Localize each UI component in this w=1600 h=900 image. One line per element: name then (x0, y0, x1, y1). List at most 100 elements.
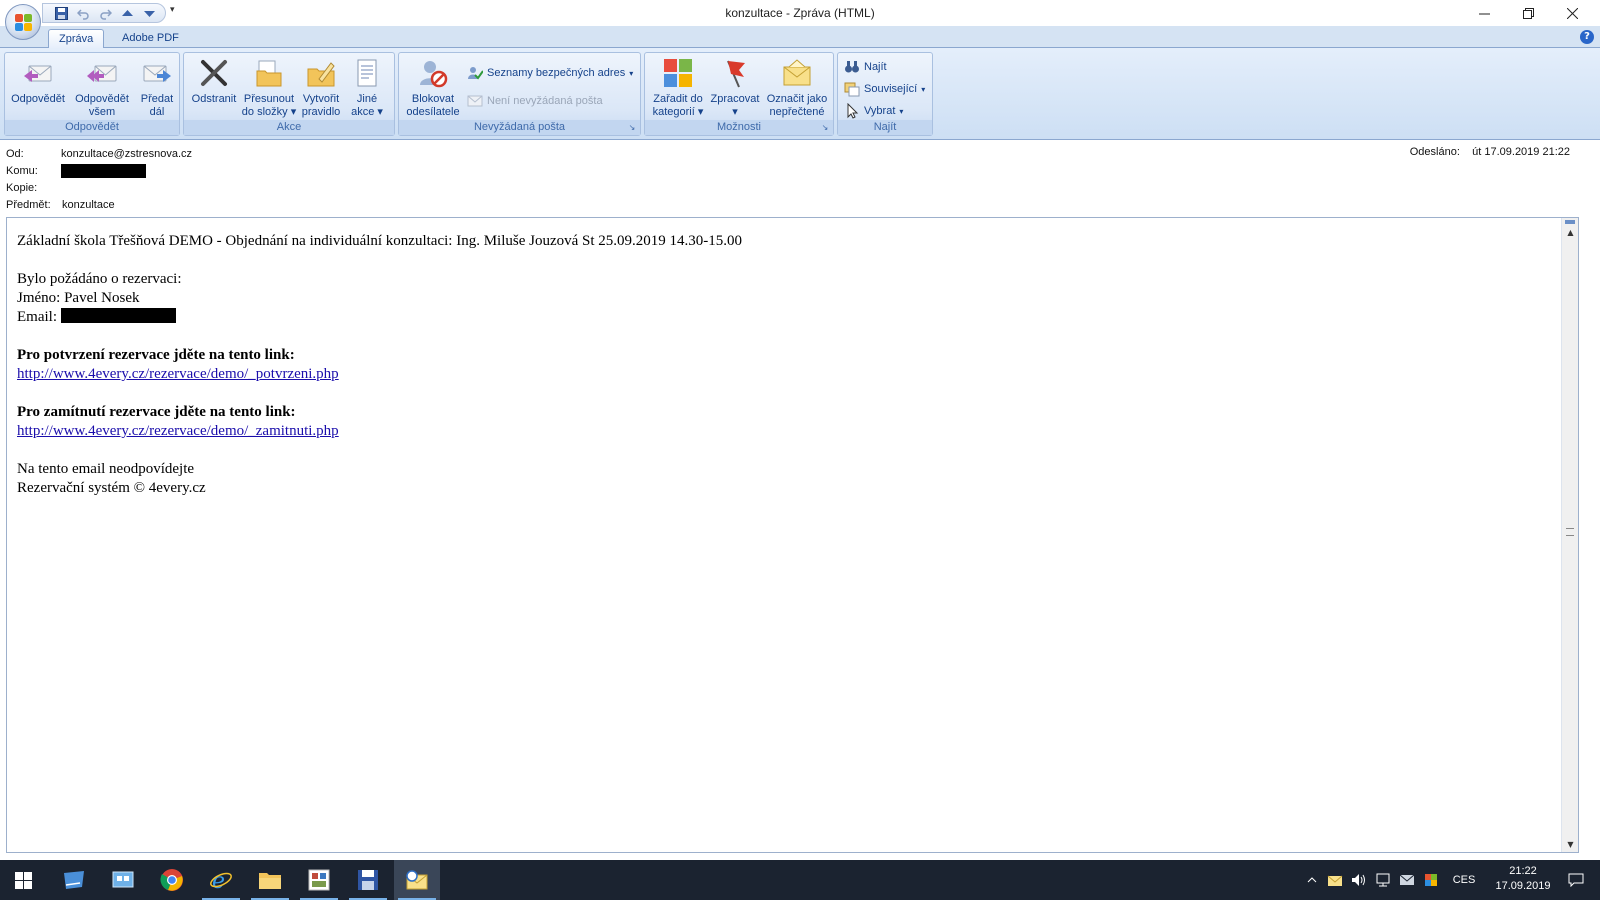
forward-label-2: dál (149, 106, 165, 118)
taskbar-app-1[interactable] (51, 860, 97, 900)
safe-lists-label: Seznamy bezpečných adres (487, 67, 626, 79)
chevron-down-icon: ▾ (921, 84, 926, 94)
start-button[interactable] (0, 860, 46, 900)
message-line-email: Email: (17, 308, 742, 327)
tray-network[interactable] (1372, 860, 1394, 900)
confirm-link[interactable]: http://www.4every.cz/rezervace/demo/_pot… (17, 366, 339, 382)
chevron-up-icon (1307, 877, 1317, 883)
taskbar-internet-explorer[interactable]: e (198, 860, 244, 900)
block-label-1: Blokovat (411, 93, 455, 105)
cursor-icon (844, 102, 860, 119)
taskbar-outlook[interactable] (394, 860, 440, 900)
not-junk-label: Není nevyžádaná pošta (487, 95, 603, 107)
categorize-label-1: Zařadit do (653, 93, 703, 105)
taskbar-app-3[interactable] (296, 860, 342, 900)
group-label-actions: Akce (184, 120, 394, 135)
minimize-icon (1478, 13, 1490, 14)
categorize-icon (662, 57, 694, 89)
dialog-launcher-icon[interactable]: ↘ (820, 123, 830, 133)
taskbar: e CES 21:22 17.09.2019 (0, 860, 1600, 900)
group-actions: Odstranit Přesunout do složky ▾ Vytvořit… (183, 52, 395, 136)
mark-unread-label-2: nepřečtené (769, 106, 825, 118)
tray-mail[interactable] (1396, 860, 1418, 900)
select-button[interactable]: Vybrat ▾ (844, 102, 904, 119)
email-label: Email: (17, 309, 57, 325)
message-content: Základní škola Třešňová DEMO - Objednání… (17, 232, 742, 498)
block-sender-icon (417, 57, 449, 89)
forward-button[interactable]: Předat dál (135, 57, 179, 119)
subject-value: konzultace (62, 199, 115, 211)
safe-lists-button[interactable]: Seznamy bezpečných adres ▾ (467, 65, 633, 81)
group-options: Zařadit do kategorií ▾ Zpracovat ▾ Označ… (644, 52, 834, 136)
block-sender-button[interactable]: Blokovat odesílatele (403, 57, 463, 119)
to-label: Komu: (6, 165, 38, 177)
cc-label: Kopie: (6, 182, 38, 194)
office-button[interactable] (5, 4, 41, 40)
message-line-name: Jméno: Pavel Nosek (17, 290, 140, 306)
taskbar-app-2[interactable] (100, 860, 146, 900)
notifications-button[interactable] (1556, 860, 1596, 900)
delete-icon (198, 57, 230, 89)
notification-icon (1568, 873, 1584, 887)
vertical-scrollbar[interactable]: ▲ ▼ (1561, 218, 1578, 852)
tray-outlook[interactable] (1324, 860, 1346, 900)
reply-label-1: Odpovědět (11, 93, 65, 105)
taskbar-file-explorer[interactable] (247, 860, 293, 900)
tab-adobe-pdf[interactable]: Adobe PDF (112, 29, 189, 49)
find-button[interactable]: Najít (844, 59, 887, 75)
sent-label: Odesláno: (1409, 146, 1460, 158)
minimize-button[interactable] (1462, 0, 1506, 26)
close-icon (1566, 7, 1578, 19)
restore-icon (1522, 7, 1534, 19)
other-actions-button[interactable]: Jiné akce ▾ (344, 57, 390, 119)
group-label-options: Možnosti (645, 120, 833, 135)
help-icon[interactable]: ? (1580, 30, 1594, 44)
input-language[interactable]: CES (1446, 860, 1482, 900)
move-label-2: do složky ▾ (241, 106, 297, 118)
reply-all-button[interactable]: Odpovědět všem (71, 57, 133, 119)
reject-link[interactable]: http://www.4every.cz/rezervace/demo/_zam… (17, 423, 339, 439)
message-body[interactable]: Základní škola Třešňová DEMO - Objednání… (6, 217, 1579, 853)
scroll-up-icon[interactable]: ▲ (1562, 226, 1579, 240)
delete-button[interactable]: Odstranit (188, 57, 240, 106)
tab-message[interactable]: Zpráva (48, 29, 105, 49)
tray-flag[interactable] (1420, 860, 1442, 900)
reply-all-icon (86, 57, 118, 89)
folder-icon (259, 873, 281, 889)
mark-unread-label-1: Označit jako (766, 93, 828, 105)
sent-value: út 17.09.2019 21:22 (1472, 146, 1570, 158)
clock-time: 21:22 (1509, 865, 1537, 877)
office-logo-icon (15, 14, 33, 32)
dialog-launcher-icon[interactable]: ↘ (627, 123, 637, 133)
message-line-request: Bylo požádáno o rezervaci: (17, 271, 182, 287)
footer-line-1: Na tento email neodpovídejte (17, 461, 195, 477)
categorize-button[interactable]: Zařadit do kategorií ▾ (649, 57, 707, 119)
taskbar-app-4[interactable] (345, 860, 391, 900)
mark-unread-button[interactable]: Označit jako nepřečtené (763, 57, 831, 119)
binoculars-icon (844, 59, 860, 75)
from-value[interactable]: konzultace@zstresnova.cz (61, 146, 192, 162)
not-junk-button[interactable]: Není nevyžádaná pošta (467, 93, 603, 109)
create-rule-button[interactable]: Vytvořit pravidlo (298, 57, 344, 119)
block-label-2: odesílatele (406, 106, 460, 118)
system-clock[interactable]: 21:22 17.09.2019 (1488, 864, 1558, 894)
reply-button[interactable]: Odpovědět (9, 57, 67, 106)
other-actions-icon (351, 57, 383, 89)
chevron-down-icon: ▾ (899, 106, 904, 116)
scroll-thumb[interactable] (1565, 220, 1575, 224)
move-to-folder-icon (253, 57, 285, 89)
taskbar-chrome[interactable] (149, 860, 195, 900)
related-button[interactable]: Související ▾ (844, 81, 925, 97)
restore-button[interactable] (1506, 0, 1550, 26)
other-label-2: akce ▾ (351, 106, 383, 118)
follow-up-button[interactable]: Zpracovat ▾ (707, 57, 763, 119)
close-button[interactable] (1550, 0, 1594, 26)
tray-volume[interactable] (1348, 860, 1370, 900)
svg-text:e: e (212, 869, 225, 892)
scroll-down-icon[interactable]: ▼ (1562, 838, 1579, 852)
footer-line-2: Rezervační systém © 4every.cz (17, 480, 206, 496)
not-junk-icon (467, 93, 483, 109)
show-hidden-icons[interactable] (1302, 860, 1322, 900)
windows-icon (14, 871, 32, 889)
move-to-folder-button[interactable]: Přesunout do složky ▾ (240, 57, 298, 119)
